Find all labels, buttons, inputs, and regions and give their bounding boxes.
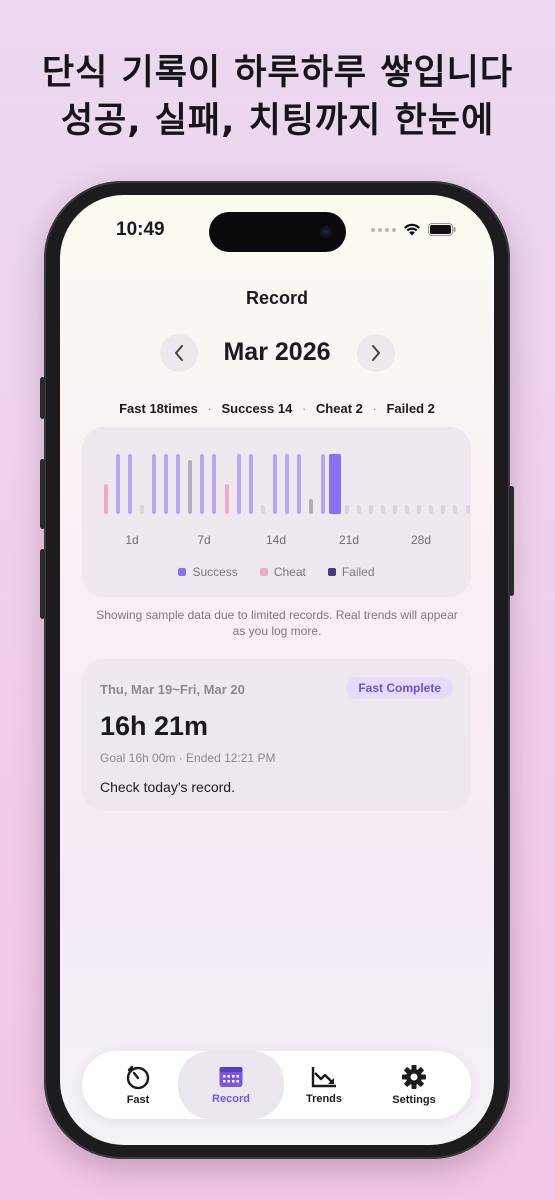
chart-bar-day-17[interactable] [296, 454, 301, 514]
headline-line-2: 성공, 실패, 치팅까지 한눈에 [60, 101, 495, 141]
sample-data-note: Showing sample data due to limited recor… [96, 608, 458, 638]
tab-fast[interactable]: Fast [92, 1051, 184, 1119]
page-title: Record [245, 288, 308, 308]
daily-fasting-chart: 1d 7d 14d 21d 28d Success Cheat Failed [82, 427, 471, 597]
record-goal-line: Goal 16h 00m · Ended 12:21 PM [100, 751, 276, 765]
chart-bar-day-10[interactable] [212, 454, 217, 514]
chart-bar-day-14[interactable] [260, 505, 265, 514]
stat-separator: · [207, 401, 212, 416]
record-date-range: Thu, Mar 19~Fri, Mar 20 [100, 682, 245, 697]
month-stats: Fast 18times · Success 14 · Cheat 2 · Fa… [60, 401, 494, 416]
chart-bar-day-8[interactable] [188, 460, 193, 514]
tab-trends[interactable]: Trends [278, 1051, 370, 1119]
chart-bar-day-23[interactable] [369, 505, 374, 514]
tab-label: Trends [305, 1093, 343, 1105]
phone-frame: 10:49 Record Mar 2026 Fast 18times · Suc… [40, 181, 514, 1159]
chart-bar-day-3[interactable] [128, 454, 133, 514]
month-label: Mar 2026 [223, 338, 331, 366]
legend-success: Success [178, 565, 238, 579]
power-button [509, 486, 514, 596]
record-message: Check today's record. [100, 779, 235, 795]
chart-bar-day-4[interactable] [140, 505, 145, 514]
chart-bar-day-30[interactable] [453, 505, 458, 514]
chart-bar-day-25[interactable] [393, 505, 398, 514]
x-tick-label: 7d [197, 533, 211, 547]
chart-bar-day-9[interactable] [200, 454, 205, 514]
app-screen: 10:49 Record Mar 2026 Fast 18times · Suc… [60, 195, 494, 1145]
chart-bar-day-1[interactable] [104, 484, 108, 514]
tab-settings[interactable]: Settings [368, 1051, 460, 1119]
battery-icon [428, 223, 456, 236]
chevron-right-icon [372, 345, 380, 361]
chart-bar-day-21[interactable] [345, 505, 349, 514]
chart-bar-day-5[interactable] [152, 454, 157, 514]
tab-label: Settings [392, 1094, 436, 1106]
volume-down-button [40, 549, 45, 619]
chart-bar-day-11[interactable] [224, 484, 229, 514]
stat-success: Success 14 [221, 401, 293, 416]
timer-icon [126, 1065, 150, 1090]
calendar-icon [219, 1067, 243, 1087]
chart-bar-day-12[interactable] [236, 454, 241, 514]
chart-bar-day-18[interactable] [308, 499, 313, 514]
chart-bar-day-7[interactable] [176, 454, 181, 514]
x-tick-label: 28d [410, 533, 432, 547]
chart-bar-day-6[interactable] [164, 454, 169, 514]
stat-failed: Failed 2 [386, 401, 435, 416]
x-tick-label: 21d [338, 533, 360, 547]
dynamic-island [209, 212, 346, 252]
volume-up-button [40, 459, 45, 529]
chart-bar-day-31[interactable] [465, 505, 470, 514]
stat-separator: · [301, 401, 307, 416]
chart-bar-day-22[interactable] [357, 505, 362, 514]
chart-bar-day-2[interactable] [116, 454, 121, 514]
chart-bar-day-26[interactable] [405, 505, 410, 514]
chart-bar-day-13[interactable] [248, 454, 253, 514]
headline-line-1: 단식 기록이 하루하루 쌓입니다 [41, 53, 514, 93]
stat-separator: · [372, 401, 377, 416]
gear-icon [402, 1065, 426, 1089]
cellular-signal-icon [371, 227, 396, 232]
wifi-icon [404, 223, 420, 236]
stat-cheat: Cheat 2 [315, 401, 363, 416]
tab-label: Fast [126, 1094, 150, 1106]
chart-bar-day-20[interactable] [328, 454, 341, 514]
legend-failed: Failed [327, 565, 375, 579]
tab-bar: Fast Record Trends Settings [82, 1051, 471, 1119]
x-tick-label: 1d [125, 533, 139, 547]
chart-bar-day-24[interactable] [381, 505, 386, 514]
next-month-button[interactable] [357, 334, 395, 372]
chart-bar-day-28[interactable] [429, 505, 434, 514]
status-indicators [371, 223, 456, 236]
tab-label: Record [212, 1093, 250, 1105]
silent-switch [40, 377, 45, 419]
camera-icon [320, 226, 332, 238]
record-duration: 16h 21m [100, 711, 209, 741]
chart-bar-day-27[interactable] [417, 505, 422, 514]
chart-bar-day-19[interactable] [320, 454, 325, 514]
record-card[interactable]: Thu, Mar 19~Fri, Mar 20 Fast Complete 16… [82, 659, 471, 811]
status-time: 10:49 [116, 219, 165, 240]
chart-bar-day-15[interactable] [272, 454, 277, 514]
trend-chart-icon [311, 1067, 336, 1088]
chart-bar-day-16[interactable] [284, 454, 289, 514]
stat-fast: Fast 18times [119, 401, 198, 416]
tab-record[interactable]: Record [178, 1051, 284, 1119]
chart-bar-day-29[interactable] [441, 505, 446, 514]
chart-legend: Success Cheat Failed [82, 565, 471, 579]
x-tick-label: 14d [265, 533, 287, 547]
status-badge: Fast Complete [346, 677, 453, 699]
legend-cheat: Cheat [259, 565, 306, 579]
